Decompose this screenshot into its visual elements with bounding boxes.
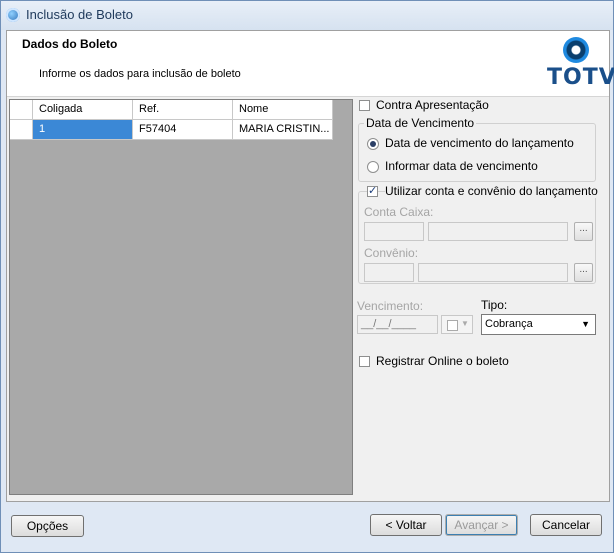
- radio-data-lancamento-label[interactable]: Data de vencimento do lançamento: [385, 136, 574, 150]
- conta-caixa-label: Conta Caixa:: [364, 205, 434, 219]
- chevron-down-icon: ▼: [461, 319, 469, 328]
- conta-caixa-code-input[interactable]: [364, 222, 424, 241]
- boleto-grid[interactable]: Coligada Ref. Nome 1 F57404 MARIA CRISTI…: [9, 99, 353, 495]
- convenio-desc-input[interactable]: [418, 263, 568, 282]
- row-selector[interactable]: [10, 120, 33, 139]
- grid-header: Coligada Ref. Nome: [10, 100, 333, 120]
- title-bar: Inclusão de Boleto: [1, 1, 613, 30]
- app-icon: [6, 8, 20, 22]
- avancar-button[interactable]: Avançar >: [445, 514, 518, 536]
- vencimento-label: Vencimento:: [357, 299, 424, 313]
- cell-nome[interactable]: MARIA CRISTIN...: [233, 120, 333, 139]
- tipo-select[interactable]: Cobrança ▼: [481, 314, 596, 335]
- vencimento-calendar-button[interactable]: ▼: [441, 315, 473, 334]
- utilizar-conta-checkbox[interactable]: [367, 184, 378, 197]
- column-header-ref[interactable]: Ref.: [133, 100, 233, 119]
- column-header-coligada[interactable]: Coligada: [33, 100, 133, 119]
- options-panel: Contra Apresentação Data de Vencimento D…: [357, 98, 607, 499]
- cell-ref[interactable]: F57404: [133, 120, 233, 139]
- registrar-online-checkbox[interactable]: [359, 356, 370, 367]
- radio-informar-data[interactable]: [367, 161, 379, 173]
- dialog-window: Inclusão de Boleto Dados do Boleto Infor…: [0, 0, 614, 553]
- page-subtitle: Informe os dados para inclusão de boleto: [39, 68, 241, 80]
- wizard-header: Dados do Boleto Informe os dados para in…: [7, 31, 614, 97]
- tipo-select-value: Cobrança: [485, 318, 533, 330]
- utilizar-conta-label[interactable]: Utilizar conta e convênio do lançamento: [385, 184, 601, 198]
- column-header-nome[interactable]: Nome: [233, 100, 333, 119]
- conta-caixa-lookup-button[interactable]: ...: [574, 222, 593, 241]
- wizard-content: Dados do Boleto Informe os dados para in…: [6, 30, 614, 502]
- calendar-icon: [447, 320, 458, 331]
- row-header-corner: [10, 100, 33, 119]
- totvs-logo-text: TOTVS: [547, 65, 614, 90]
- contra-apresentacao-label[interactable]: Contra Apresentação: [376, 98, 489, 112]
- cancelar-button[interactable]: Cancelar: [530, 514, 602, 536]
- table-row[interactable]: 1 F57404 MARIA CRISTIN...: [10, 120, 333, 140]
- conta-caixa-desc-input[interactable]: [428, 222, 568, 241]
- cell-coligada[interactable]: 1: [33, 120, 133, 139]
- radio-informar-data-label[interactable]: Informar data de vencimento: [385, 159, 538, 173]
- radio-data-lancamento[interactable]: [367, 138, 379, 150]
- wizard-footer: Opções < Voltar Avançar > Cancelar: [1, 502, 613, 552]
- tipo-label: Tipo:: [481, 298, 508, 312]
- totvs-logo-icon: [563, 37, 589, 63]
- data-vencimento-legend: Data de Vencimento: [364, 116, 477, 130]
- convenio-label: Convênio:: [364, 246, 419, 260]
- contra-apresentacao-checkbox[interactable]: [359, 100, 370, 111]
- data-vencimento-group: Data de Vencimento Data de vencimento do…: [358, 116, 596, 182]
- chevron-down-icon: ▼: [581, 319, 590, 329]
- page-title: Dados do Boleto: [22, 37, 118, 51]
- convenio-lookup-button[interactable]: ...: [574, 263, 593, 282]
- convenio-code-input[interactable]: [364, 263, 414, 282]
- window-title: Inclusão de Boleto: [26, 7, 133, 22]
- utilizar-conta-group: Utilizar conta e convênio do lançamento …: [358, 184, 601, 284]
- opcoes-button[interactable]: Opções: [11, 515, 84, 537]
- registrar-online-label[interactable]: Registrar Online o boleto: [376, 354, 509, 368]
- voltar-button[interactable]: < Voltar: [370, 514, 442, 536]
- vencimento-date-input[interactable]: __/__/____: [357, 315, 438, 334]
